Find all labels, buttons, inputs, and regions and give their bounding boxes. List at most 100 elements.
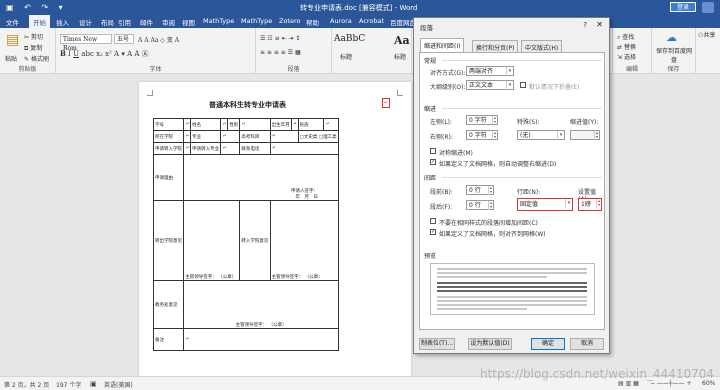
view-mode-buttons[interactable]: ▤ ▥ ▦ bbox=[618, 380, 639, 387]
select-button[interactable]: ⇲ 选择 bbox=[617, 52, 636, 61]
spinner-icon[interactable]: ▴ ▾ bbox=[488, 186, 493, 195]
cloud-icon[interactable]: ☁ bbox=[666, 31, 677, 44]
font-size-select[interactable]: 五号 bbox=[114, 34, 134, 44]
collapse-checkbox[interactable] bbox=[520, 82, 526, 88]
spinner-icon[interactable]: ▴ ▾ bbox=[492, 131, 497, 140]
line-spacing-select[interactable]: 固定值 ▾ bbox=[517, 198, 573, 211]
share-button[interactable]: ⚇共享 bbox=[698, 30, 715, 39]
form-cell[interactable]: 教务处意见 bbox=[152, 280, 185, 329]
proofing-icon[interactable]: ▣ bbox=[90, 380, 97, 388]
style-normal[interactable]: AaBbC bbox=[334, 34, 365, 44]
form-cell[interactable]: 主管领导签字： （公章） bbox=[269, 200, 340, 281]
outline-level-select[interactable]: 正文文本 ▾ bbox=[466, 80, 514, 90]
no-space-checkbox[interactable] bbox=[430, 218, 436, 224]
form-cell[interactable]: 专业 bbox=[190, 130, 222, 143]
form-cell[interactable]: ↵ bbox=[239, 118, 271, 131]
paste-button[interactable]: 粘贴 bbox=[5, 54, 17, 63]
form-cell[interactable]: □文史类 □理工类 bbox=[297, 130, 340, 143]
tab-file[interactable]: 文件 bbox=[6, 17, 19, 27]
form-cell[interactable]: ↵ bbox=[183, 142, 192, 155]
line-spacing-at-input[interactable]: 1磅 ▴ ▾ bbox=[578, 198, 602, 211]
tab-mathtype-2[interactable]: MathType bbox=[241, 17, 272, 25]
spinner-icon[interactable]: ▴ ▾ bbox=[594, 131, 599, 140]
tab-acrobat[interactable]: Acrobat bbox=[359, 17, 384, 25]
form-cell[interactable]: 学号 bbox=[152, 118, 185, 131]
form-cell[interactable]: ↵ bbox=[183, 130, 192, 143]
form-cell[interactable]: 申请转入专业 bbox=[190, 142, 222, 155]
paragraph-mark-highlight[interactable]: ↵ bbox=[382, 98, 390, 108]
avatar[interactable] bbox=[702, 2, 714, 13]
font-size-buttons[interactable]: A A Aa ◇ 变 A bbox=[138, 35, 179, 44]
quick-access-toolbar[interactable]: ▣ ↶ ↷ ▾ bbox=[6, 3, 67, 12]
snap-grid-checkbox[interactable]: ✓ bbox=[430, 229, 436, 235]
right-indent-input[interactable]: 0 字符 ▴ ▾ bbox=[466, 130, 498, 140]
form-cell[interactable]: 转入学院意见 bbox=[239, 200, 271, 281]
tab-asian-typography[interactable]: 中文版式(H) bbox=[521, 40, 563, 52]
tab-line-page-breaks[interactable]: 换行和分页(P) bbox=[472, 40, 519, 52]
form-cell[interactable]: 民族 bbox=[297, 118, 325, 131]
font-format-buttons[interactable]: B I U abc x₂ x² A ▾ A A Ⓐ bbox=[60, 49, 149, 59]
mirror-indent-checkbox[interactable] bbox=[430, 148, 436, 154]
space-before-input[interactable]: 0 行 ▴ ▾ bbox=[466, 185, 494, 195]
tab-references[interactable]: 引用 bbox=[118, 17, 131, 27]
tab-home[interactable]: 开始 bbox=[29, 15, 50, 28]
tab-aurora[interactable]: Aurora bbox=[330, 17, 352, 25]
set-default-button[interactable]: 设为默认值(D) bbox=[468, 338, 512, 350]
form-cell[interactable]: ↵ bbox=[220, 118, 229, 131]
special-select[interactable]: (无) ▾ bbox=[517, 130, 565, 140]
tabs-button[interactable]: 制表位(T)... bbox=[419, 338, 455, 350]
space-after-input[interactable]: 0 行 ▴ ▾ bbox=[466, 200, 494, 210]
login-button[interactable]: 登录 bbox=[669, 2, 696, 12]
form-cell[interactable]: ↵ bbox=[220, 130, 241, 143]
tab-mailings[interactable]: 邮件 bbox=[140, 17, 153, 27]
help-icon[interactable]: ? bbox=[583, 21, 587, 29]
copy-button[interactable]: ⧉ 复制 bbox=[24, 43, 42, 53]
tab-zotero[interactable]: Zotero bbox=[279, 17, 300, 25]
form-cell[interactable]: ↵ bbox=[183, 328, 339, 351]
tab-mathtype-1[interactable]: MathType bbox=[203, 17, 234, 25]
form-cell[interactable]: ↵ bbox=[220, 142, 241, 155]
cancel-button[interactable]: 取消 bbox=[570, 338, 604, 350]
form-cell[interactable]: 申请人签字：年 月 日 bbox=[183, 154, 339, 201]
align-buttons[interactable]: ≡ ≡ ≡ ≡ ☰ ▦ bbox=[260, 49, 301, 56]
form-cell[interactable]: 联系电话 bbox=[239, 142, 271, 155]
form-cell[interactable]: 出生年月 bbox=[269, 118, 292, 131]
vertical-scrollbar[interactable] bbox=[706, 74, 716, 376]
form-cell[interactable]: 备注 bbox=[152, 328, 185, 351]
spinner-icon[interactable]: ▴ ▾ bbox=[492, 116, 497, 125]
form-cell[interactable]: 所在学院 bbox=[152, 130, 185, 143]
document-area[interactable]: 普通本科生转专业申请表 ↵ 学号 ↵ 姓名 ↵ 性别 ↵ 出生年月 ↵ 民族 ↵… bbox=[0, 74, 720, 376]
zoom-level[interactable]: 60% bbox=[702, 380, 715, 387]
tab-help[interactable]: 帮助 bbox=[306, 17, 319, 27]
save-to-baidu-button[interactable]: 保存到百度网盘 bbox=[656, 46, 692, 64]
form-cell[interactable]: 主管领导签字： （公章） bbox=[183, 200, 241, 281]
zoom-slider[interactable]: − ——┼—— + bbox=[650, 380, 691, 387]
cut-button[interactable]: ✂ 剪切 bbox=[24, 32, 43, 41]
auto-adjust-checkbox[interactable]: ✓ bbox=[430, 159, 436, 165]
document-page[interactable]: 普通本科生转专业申请表 ↵ 学号 ↵ 姓名 ↵ 性别 ↵ 出生年月 ↵ 民族 ↵… bbox=[139, 82, 411, 376]
close-icon[interactable]: ✕ bbox=[596, 20, 603, 29]
form-cell[interactable]: 高考科目 bbox=[239, 130, 271, 143]
language-indicator[interactable]: 英语(美国) bbox=[104, 380, 133, 389]
indent-by-input[interactable]: ▴ ▾ bbox=[570, 130, 600, 140]
form-cell[interactable]: 性别 bbox=[227, 118, 241, 131]
find-button[interactable]: ⌕ 查找 bbox=[617, 32, 634, 42]
word-count[interactable]: 197 个字 bbox=[56, 380, 81, 389]
form-cell[interactable]: ↵ bbox=[269, 142, 340, 155]
tab-indents-spacing[interactable]: 缩进和间距(I) bbox=[420, 38, 465, 52]
alignment-select[interactable]: 两端对齐 ▾ bbox=[466, 66, 514, 76]
form-cell[interactable]: ↵ bbox=[269, 130, 299, 143]
paste-icon[interactable]: ▤ bbox=[6, 32, 19, 48]
replace-button[interactable]: ⇄ 替换 bbox=[617, 42, 636, 51]
form-cell[interactable]: 姓名 bbox=[190, 118, 222, 131]
tab-layout[interactable]: 布局 bbox=[101, 17, 114, 27]
form-cell[interactable]: 申请理由 bbox=[152, 154, 185, 201]
form-cell[interactable]: 转出学院意见 bbox=[152, 200, 185, 281]
style-heading[interactable]: Aa bbox=[394, 34, 410, 47]
form-cell[interactable]: 主管领导签字： （公章） bbox=[183, 280, 339, 329]
spinner-icon[interactable]: ▴ ▾ bbox=[488, 201, 493, 210]
font-name-select[interactable]: Times New Rom bbox=[60, 34, 112, 52]
format-painter-button[interactable]: ✎ 格式刷 bbox=[24, 54, 49, 63]
form-cell[interactable]: ↵ bbox=[290, 118, 299, 131]
ok-button[interactable]: 确定 bbox=[531, 338, 565, 350]
